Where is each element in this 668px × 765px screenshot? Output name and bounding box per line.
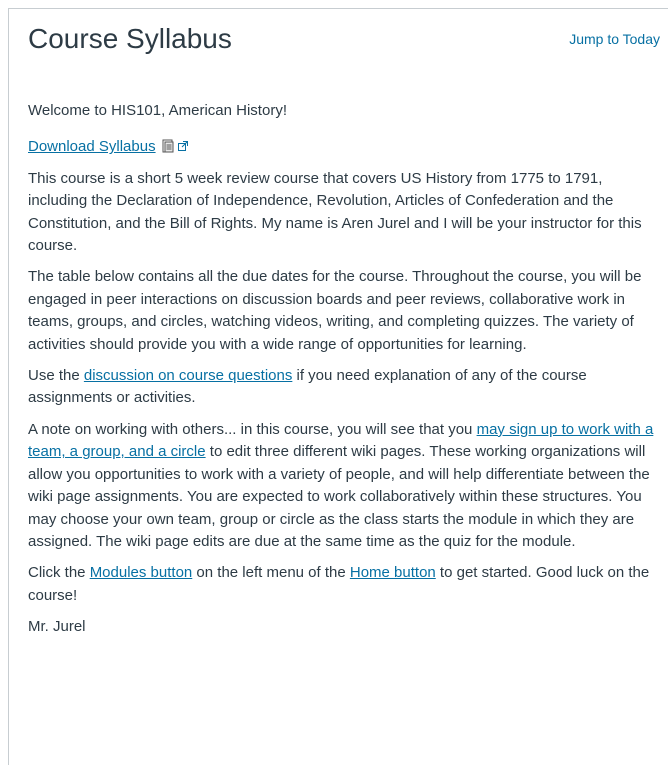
get-started-paragraph: Click the Modules button on the left men… xyxy=(28,562,662,607)
get-started-text-before: Click the xyxy=(28,564,90,582)
discussion-link[interactable]: discussion on course questions xyxy=(84,367,292,384)
course-overview-paragraph: This course is a short 5 week review cou… xyxy=(28,169,642,255)
jump-to-today-link[interactable]: Jump to Today xyxy=(569,30,660,48)
working-text-before: A note on working with others... in this… xyxy=(28,420,477,438)
signoff: Mr. Jurel xyxy=(28,618,86,636)
home-button-link[interactable]: Home button xyxy=(350,564,436,581)
page-title: Course Syllabus xyxy=(28,23,232,54)
download-syllabus-row: Download Syllabus xyxy=(28,136,662,158)
welcome-text: Welcome to HIS101, American History! xyxy=(28,102,287,119)
questions-paragraph: Use the discussion on course questions i… xyxy=(28,365,662,410)
document-preview-icon[interactable] xyxy=(162,138,174,153)
due-dates-paragraph: The table below contains all the due dat… xyxy=(28,268,642,353)
modules-button-link[interactable]: Modules button xyxy=(90,564,193,581)
questions-text-before: Use the xyxy=(28,367,84,385)
syllabus-header: Course Syllabus Jump to Today xyxy=(28,22,660,62)
get-started-text-middle: on the left menu of the xyxy=(192,564,350,582)
syllabus-content: Welcome to HIS101, American History! Dow… xyxy=(28,100,662,648)
external-link-icon[interactable] xyxy=(177,136,188,152)
download-syllabus-link[interactable]: Download Syllabus xyxy=(28,138,156,155)
working-with-others-paragraph: A note on working with others... in this… xyxy=(28,419,662,553)
